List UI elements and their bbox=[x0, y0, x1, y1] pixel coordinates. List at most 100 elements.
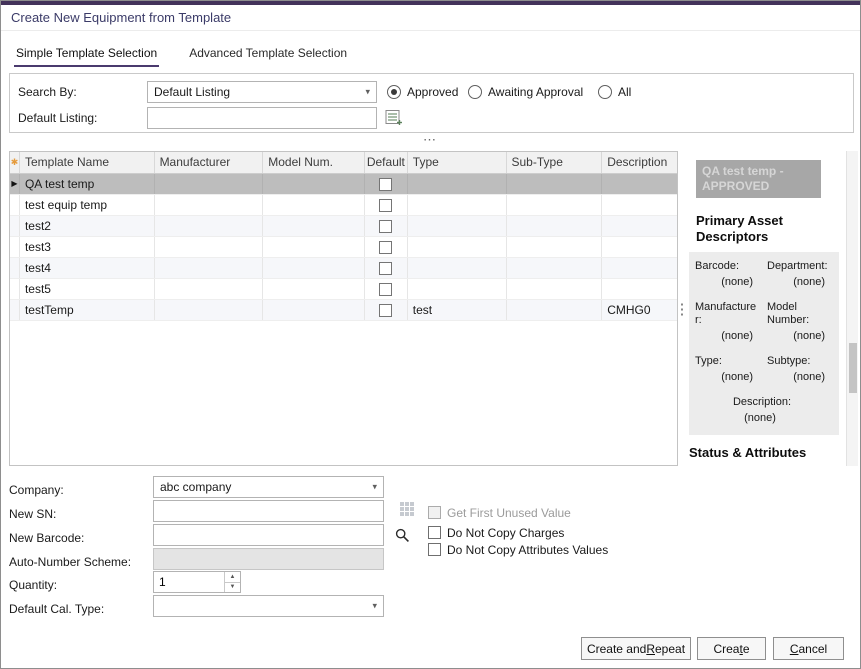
chevron-down-icon: ▾ bbox=[365, 87, 370, 98]
column-header-manufacturer[interactable]: Manufacturer bbox=[155, 152, 264, 173]
template-selection-tabs: Simple Template Selection Advanced Templ… bbox=[14, 43, 349, 67]
field-barcode: Barcode: (none) bbox=[695, 260, 757, 289]
row-indicator-cell bbox=[10, 279, 20, 299]
cell-sub-type bbox=[507, 258, 603, 278]
checkbox-icon bbox=[428, 526, 441, 539]
new-barcode-input[interactable] bbox=[153, 524, 384, 546]
new-barcode-label: New Barcode: bbox=[9, 527, 151, 549]
table-row[interactable]: test2 bbox=[10, 216, 677, 237]
tab-simple-template-selection[interactable]: Simple Template Selection bbox=[14, 43, 159, 67]
cell-manufacturer bbox=[155, 279, 264, 299]
cell-default bbox=[365, 237, 408, 257]
table-row[interactable]: test equip temp bbox=[10, 195, 677, 216]
title-bar[interactable]: Create New Equipment from Template bbox=[1, 5, 860, 31]
cell-type bbox=[408, 174, 507, 194]
cell-template-name: test equip temp bbox=[20, 195, 155, 215]
cell-model-num bbox=[263, 174, 365, 194]
cell-sub-type bbox=[507, 174, 603, 194]
default-cal-type-dropdown[interactable]: ▾ bbox=[153, 595, 384, 617]
cancel-button[interactable]: Cancel bbox=[773, 637, 844, 660]
cell-model-num bbox=[263, 237, 365, 257]
create-and-repeat-button[interactable]: Create and Repeat bbox=[581, 637, 691, 660]
search-icon[interactable] bbox=[395, 528, 410, 543]
cell-default bbox=[365, 174, 408, 194]
row-indicator-cell bbox=[10, 300, 20, 320]
cell-model-num bbox=[263, 195, 365, 215]
field-label: Subtype: bbox=[767, 355, 829, 368]
spin-down-button[interactable]: ▼ bbox=[225, 582, 240, 593]
default-checkbox[interactable] bbox=[379, 304, 392, 317]
column-header-description[interactable]: Description bbox=[602, 152, 677, 173]
default-listing-input[interactable] bbox=[147, 107, 377, 129]
field-label: Manufacturer: bbox=[695, 301, 757, 327]
cell-sub-type bbox=[507, 300, 603, 320]
company-dropdown[interactable]: abc company ▾ bbox=[153, 476, 384, 498]
column-header-model-num[interactable]: Model Num. bbox=[263, 152, 365, 173]
tab-advanced-template-selection[interactable]: Advanced Template Selection bbox=[187, 43, 349, 67]
checkbox-do-not-copy-attributes-values[interactable]: Do Not Copy Attributes Values bbox=[428, 542, 608, 557]
spin-up-button[interactable]: ▲ bbox=[225, 572, 240, 582]
radio-awaiting-approval[interactable]: Awaiting Approval bbox=[468, 81, 583, 103]
table-row[interactable]: test3 bbox=[10, 237, 677, 258]
checkbox-label: Get First Unused Value bbox=[447, 506, 571, 520]
cell-sub-type bbox=[507, 237, 603, 257]
table-row[interactable]: test5 bbox=[10, 279, 677, 300]
cell-template-name: test2 bbox=[20, 216, 155, 236]
cell-model-num bbox=[263, 258, 365, 278]
default-listing-label: Default Listing: bbox=[18, 107, 97, 129]
cell-description bbox=[602, 237, 677, 257]
listing-picker-icon[interactable] bbox=[385, 109, 403, 126]
table-row[interactable]: test4 bbox=[10, 258, 677, 279]
cell-manufacturer bbox=[155, 300, 264, 320]
column-header-default[interactable]: Default bbox=[365, 152, 408, 173]
column-header-template-name[interactable]: Template Name bbox=[20, 152, 155, 173]
preview-scrollbar[interactable] bbox=[846, 151, 858, 466]
table-row[interactable]: ▶ QA test temp bbox=[10, 174, 677, 195]
default-checkbox[interactable] bbox=[379, 199, 392, 212]
default-checkbox[interactable] bbox=[379, 178, 392, 191]
table-row[interactable]: testTemp test CMHG0 bbox=[10, 300, 677, 321]
scrollbar-thumb[interactable] bbox=[849, 343, 857, 393]
spin-buttons: ▲ ▼ bbox=[224, 572, 240, 592]
column-header-type[interactable]: Type bbox=[408, 152, 507, 173]
row-indicator-cell bbox=[10, 258, 20, 278]
default-checkbox[interactable] bbox=[379, 220, 392, 233]
cell-description bbox=[602, 279, 677, 299]
field-label: Model Number: bbox=[767, 301, 829, 327]
field-manufacturer: Manufacturer: (none) bbox=[695, 301, 757, 343]
preview-approval-status: APPROVED bbox=[702, 179, 815, 194]
primary-descriptors-heading: Primary Asset Descriptors bbox=[696, 213, 837, 245]
field-description: Description: (none) bbox=[695, 396, 829, 425]
quantity-label: Quantity: bbox=[9, 574, 151, 596]
default-checkbox[interactable] bbox=[379, 241, 392, 254]
radio-awaiting-label: Awaiting Approval bbox=[488, 85, 583, 99]
search-by-value: Default Listing bbox=[154, 85, 230, 99]
quantity-input[interactable] bbox=[154, 572, 224, 592]
window-title: Create New Equipment from Template bbox=[11, 5, 231, 31]
column-header-sub-type[interactable]: Sub-Type bbox=[507, 152, 603, 173]
template-preview-panel: QA test temp - APPROVED Primary Asset De… bbox=[687, 151, 845, 466]
field-department: Department: (none) bbox=[767, 260, 829, 289]
default-checkbox[interactable] bbox=[379, 262, 392, 275]
create-button[interactable]: Create bbox=[697, 637, 766, 660]
radio-selected-icon bbox=[387, 85, 401, 99]
auto-number-grid-icon[interactable] bbox=[400, 502, 417, 519]
auto-number-scheme-input bbox=[153, 548, 384, 570]
field-value: (none) bbox=[767, 273, 829, 289]
field-value: (none) bbox=[695, 327, 757, 343]
radio-all[interactable]: All bbox=[598, 81, 631, 103]
search-by-dropdown[interactable]: Default Listing ▾ bbox=[147, 81, 377, 103]
radio-approved[interactable]: Approved bbox=[387, 81, 458, 103]
quantity-stepper: ▲ ▼ bbox=[153, 571, 241, 593]
new-sn-input[interactable] bbox=[153, 500, 384, 522]
checkbox-do-not-copy-charges[interactable]: Do Not Copy Charges bbox=[428, 525, 564, 540]
row-indicator-icon: ▶ bbox=[11, 174, 17, 194]
default-checkbox[interactable] bbox=[379, 283, 392, 296]
grid-header-marker: ✱ bbox=[10, 152, 20, 173]
horizontal-splitter-handle[interactable]: ⋯ bbox=[1, 133, 860, 149]
cell-type bbox=[408, 279, 507, 299]
preview-template-name: QA test temp - bbox=[702, 164, 815, 179]
vertical-splitter-handle[interactable]: ⋮ bbox=[677, 151, 687, 466]
field-value: (none) bbox=[695, 368, 757, 384]
chevron-down-icon: ▾ bbox=[372, 601, 377, 612]
